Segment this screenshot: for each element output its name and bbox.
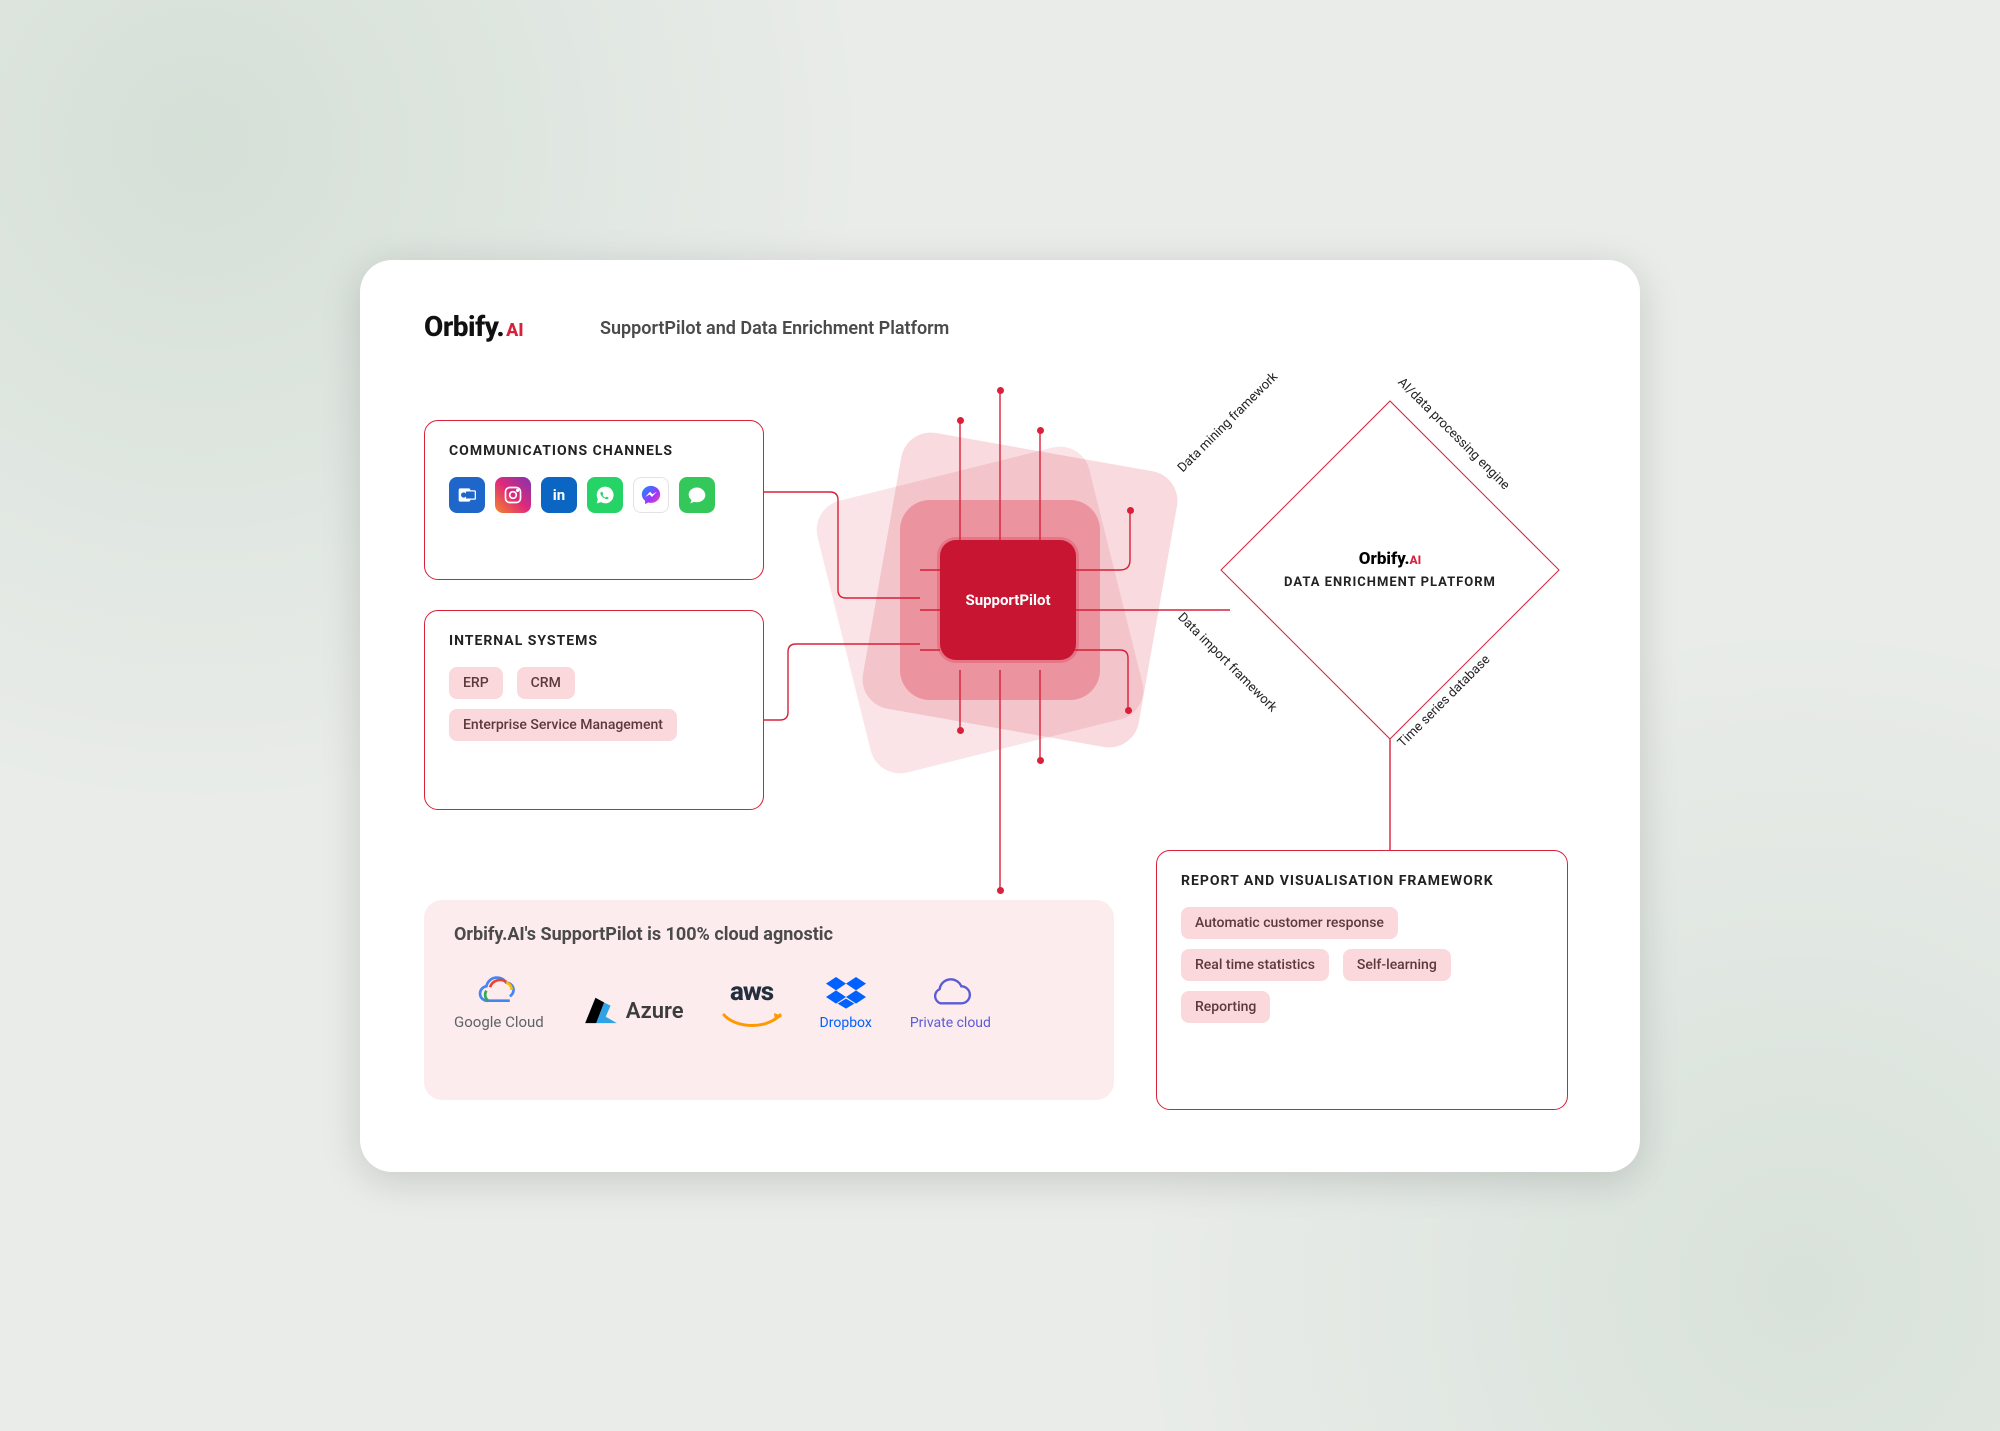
data-enrichment-diamond: Orbify.AI DATA ENRICHMENT PLATFORM Data … <box>1230 410 1550 730</box>
communications-icon-row: in <box>449 477 739 513</box>
private-cloud-icon <box>927 975 973 1009</box>
pill-self-learning: Self-learning <box>1343 949 1451 981</box>
logo-text: Orbify. <box>424 310 504 343</box>
azure-icon <box>582 993 620 1031</box>
panel-report-title: REPORT AND VISUALISATION FRAMEWORK <box>1181 873 1543 889</box>
provider-google-cloud: Google Cloud <box>454 971 544 1031</box>
google-cloud-icon <box>477 971 521 1007</box>
cloud-banner-title: Orbify.AI's SupportPilot is 100% cloud a… <box>454 924 1084 945</box>
panel-communications-title: COMMUNICATIONS CHANNELS <box>449 443 739 459</box>
outlook-icon <box>449 477 485 513</box>
panel-communications: COMMUNICATIONS CHANNELS in <box>424 420 764 580</box>
whatsapp-icon <box>587 477 623 513</box>
cloud-banner: Orbify.AI's SupportPilot is 100% cloud a… <box>424 900 1114 1100</box>
pill-realtime: Real time statistics <box>1181 949 1329 981</box>
diamond-logo: Orbify.AI <box>1359 549 1421 569</box>
instagram-icon <box>495 477 531 513</box>
panel-internal-title: INTERNAL SYSTEMS <box>449 633 739 649</box>
imessage-icon <box>679 477 715 513</box>
supportpilot-hub: SupportPilot <box>840 450 1160 770</box>
panel-report: REPORT AND VISUALISATION FRAMEWORK Autom… <box>1156 850 1568 1110</box>
diagram-card: Orbify. AI SupportPilot and Data Enrichm… <box>360 260 1640 1172</box>
provider-private-cloud: Private cloud <box>910 975 991 1031</box>
diamond-title: DATA ENRICHMENT PLATFORM <box>1284 575 1496 590</box>
pill-erp: ERP <box>449 667 503 699</box>
brand-logo: Orbify. AI <box>424 310 524 343</box>
provider-azure: Azure <box>582 993 684 1031</box>
aws-smile-icon <box>722 1013 782 1031</box>
page-title: SupportPilot and Data Enrichment Platfor… <box>600 318 949 339</box>
messenger-icon <box>633 477 669 513</box>
linkedin-icon: in <box>541 477 577 513</box>
provider-aws: aws <box>722 977 782 1031</box>
pill-crm: CRM <box>517 667 575 699</box>
aws-wordmark: aws <box>730 977 773 1007</box>
pill-reporting: Reporting <box>1181 991 1270 1023</box>
dropbox-icon <box>826 975 866 1009</box>
pill-auto-response: Automatic customer response <box>1181 907 1398 939</box>
pill-esm: Enterprise Service Management <box>449 709 677 741</box>
panel-internal: INTERNAL SYSTEMS ERP CRM Enterprise Serv… <box>424 610 764 810</box>
supportpilot-label: SupportPilot <box>965 591 1050 609</box>
logo-suffix: AI <box>506 320 524 341</box>
provider-dropbox: Dropbox <box>820 975 872 1031</box>
supportpilot-core: SupportPilot <box>940 540 1076 660</box>
